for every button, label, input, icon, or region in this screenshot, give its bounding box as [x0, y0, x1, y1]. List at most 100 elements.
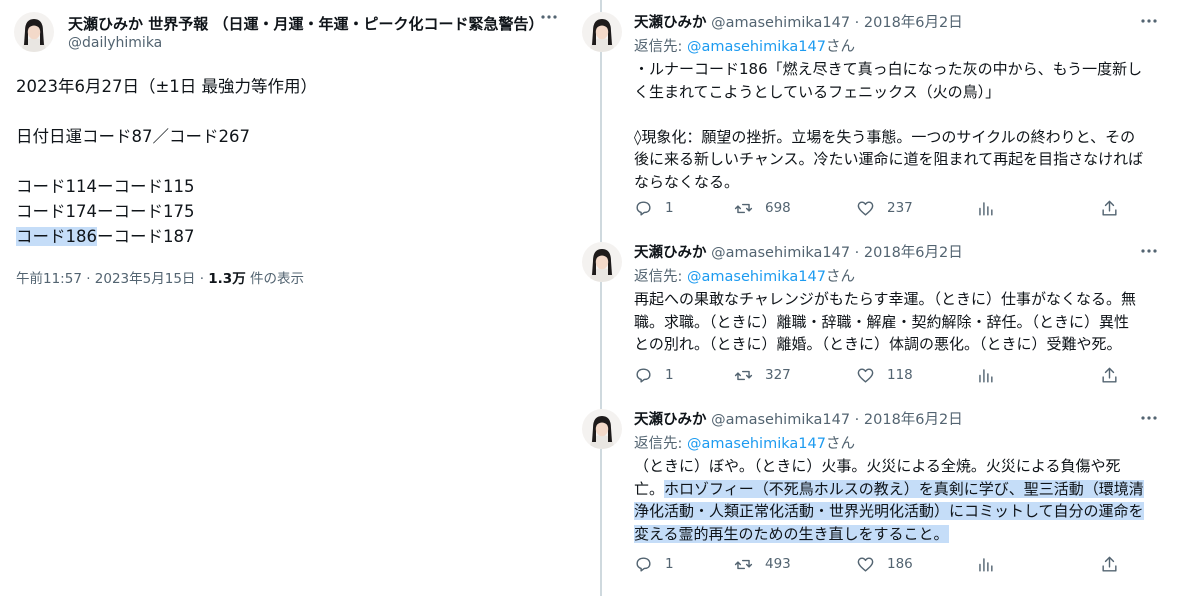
- retweet-button[interactable]: 493: [734, 552, 791, 576]
- more-options-icon[interactable]: [1140, 12, 1158, 34]
- reply-button[interactable]: 1: [634, 552, 674, 576]
- heart-icon: [857, 367, 874, 383]
- tweet-date[interactable]: · 2018年6月2日: [850, 15, 963, 31]
- reply-to-label: 返信先: @amasehimika147さん: [634, 39, 855, 55]
- retweet-button[interactable]: 698: [734, 196, 791, 220]
- author-name[interactable]: 天瀬ひみか: [634, 412, 707, 428]
- tweet-date[interactable]: · 2018年6月2日: [850, 245, 963, 261]
- views-count: 1.3万: [208, 271, 246, 287]
- like-button[interactable]: 237: [856, 196, 913, 220]
- author-avatar[interactable]: [582, 409, 622, 449]
- tweet-date[interactable]: · 2018年6月2日: [850, 412, 963, 428]
- like-count: 186: [887, 556, 913, 572]
- tweet-timestamp[interactable]: 午前11:57 · 2023年5月15日 ·: [16, 271, 208, 287]
- reply-to-mention[interactable]: @amasehimika147: [687, 39, 826, 55]
- share-button[interactable]: [1100, 552, 1119, 576]
- tweet-text: 2023年6月27日（±1日 最強力等作用） 日付日運コード87／コード267 …: [16, 74, 317, 249]
- thread-tweet[interactable]: 天瀬ひみか @amasehimika147 · 2018年6月2日 返信先: @…: [580, 230, 1200, 400]
- reply-icon: [636, 556, 651, 572]
- tweet-meta: 午前11:57 · 2023年5月15日 · 1.3万 件の表示: [16, 267, 304, 287]
- heart-icon: [857, 556, 874, 572]
- thread-tweet[interactable]: 天瀬ひみか @amasehimika147 · 2018年6月2日 返信先: @…: [580, 397, 1200, 596]
- author-handle[interactable]: @amasehimika147: [711, 245, 850, 261]
- author-avatar[interactable]: [14, 12, 54, 52]
- tweet-text: （ときに）ぼや。（ときに）火事。火災による全焼。火災による負傷や死 亡。ホロゾフ…: [634, 455, 1154, 545]
- tweet-line: く生まれてこようとしているフェニックス（火の鳥）」: [634, 82, 1001, 101]
- like-button[interactable]: 118: [856, 363, 913, 387]
- analytics-icon: [979, 201, 993, 216]
- tweet-line: コード114ーコード115: [16, 177, 195, 196]
- retweet-icon: [734, 370, 753, 380]
- more-options-icon[interactable]: [1140, 409, 1158, 431]
- tweet-line: 再起への果敢なチャレンジがもたらす幸運。（ときに）仕事がなくなる。無: [634, 290, 1137, 308]
- reply-count: 1: [665, 367, 674, 383]
- tweet-header: 天瀬ひみか @amasehimika147 · 2018年6月2日: [634, 241, 963, 262]
- author-avatar[interactable]: [582, 242, 622, 282]
- text-selection: コード186: [16, 227, 97, 246]
- tweet-header: 天瀬ひみか @amasehimika147 · 2018年6月2日: [634, 11, 963, 32]
- tweet-line: ・ルナーコード186「燃え尽きて真っ白になった灰の中から、もう一度新し: [634, 60, 1143, 78]
- retweet-count: 698: [765, 200, 791, 216]
- like-button[interactable]: 186: [856, 552, 913, 576]
- retweet-button[interactable]: 327: [734, 363, 791, 387]
- tweet-actions: 1 493 186: [634, 552, 1194, 576]
- author-name[interactable]: 天瀬ひみか 世界予報 （日運・月運・年運・ピーク化コード緊急警告）: [68, 13, 543, 34]
- more-options-icon[interactable]: [540, 8, 558, 30]
- analytics-button[interactable]: [976, 196, 995, 220]
- tweet-actions: 1 327 118: [634, 363, 1194, 387]
- share-icon: [1102, 556, 1117, 572]
- text-selection: ホロゾフィー（不死鳥ホルスの教え）を真剣に学び、聖三活動（環境清: [664, 479, 1144, 498]
- tweet-text: 再起への果敢なチャレンジがもたらす幸運。（ときに）仕事がなくなる。無 職。求職。…: [634, 288, 1154, 356]
- tweet-line: 後に来る新しいチャンス。冷たい運命に道を阻まれて再起を目指さなければ: [634, 150, 1144, 168]
- thread-tweet[interactable]: 天瀬ひみか @amasehimika147 · 2018年6月2日 返信先: @…: [580, 0, 1200, 230]
- share-button[interactable]: [1100, 196, 1119, 220]
- reply-to-label: 返信先: @amasehimika147さん: [634, 436, 855, 452]
- views-label: 件の表示: [245, 271, 304, 287]
- tweet-line: コード174ーコード175: [16, 202, 195, 221]
- reply-to-mention[interactable]: @amasehimika147: [687, 436, 826, 452]
- retweet-icon: [734, 203, 753, 213]
- tweet-line: ◊現象化：願望の挫折。立場を失う事態。一つのサイクルの終わりと、その: [634, 127, 1136, 146]
- author-avatar[interactable]: [582, 12, 622, 52]
- reply-button[interactable]: 1: [634, 363, 674, 387]
- retweet-count: 327: [765, 367, 791, 383]
- tweet-line: 亡。ホロゾフィー（不死鳥ホルスの教え）を真剣に学び、聖三活動（環境清: [634, 479, 1144, 498]
- author-handle[interactable]: @dailyhimika: [68, 35, 162, 51]
- main-tweet: 天瀬ひみか 世界予報 （日運・月運・年運・ピーク化コード緊急警告） @daily…: [0, 0, 560, 596]
- author-name[interactable]: 天瀬ひみか: [634, 15, 707, 31]
- analytics-icon: [979, 557, 993, 572]
- more-options-icon[interactable]: [1140, 242, 1158, 264]
- reply-icon: [636, 367, 651, 383]
- tweet-text: ・ルナーコード186「燃え尽きて真っ白になった灰の中から、もう一度新し く生まれ…: [634, 58, 1154, 193]
- tweet-line: 日付日運コード87／コード267: [16, 127, 250, 146]
- reply-count: 1: [665, 200, 674, 216]
- reply-count: 1: [665, 556, 674, 572]
- author-name[interactable]: 天瀬ひみか: [634, 245, 707, 261]
- reply-to-mention[interactable]: @amasehimika147: [687, 269, 826, 285]
- tweet-line: コード186ーコード187: [16, 227, 195, 246]
- analytics-button[interactable]: [976, 363, 995, 387]
- text-selection: 浄化活動・人類正常化活動・世界光明化活動）にコミットして自分の運命を: [634, 502, 1144, 520]
- tweet-line: 浄化活動・人類正常化活動・世界光明化活動）にコミットして自分の運命を: [634, 500, 1154, 523]
- tweet-line: との別れ。（ときに）離婚。（ときに）体調の悪化。（ときに）受難や死。: [634, 335, 1122, 353]
- reply-icon: [636, 200, 651, 216]
- tweet-line: 職。求職。（ときに）離職・辞職・解雇・契約解除・辞任。（ときに）異性: [634, 312, 1130, 331]
- tweet-line: 2023年6月27日（±1日 最強力等作用）: [16, 77, 318, 96]
- tweet-line: ならなくなる。: [634, 172, 740, 191]
- author-handle[interactable]: @amasehimika147: [711, 412, 850, 428]
- tweet-actions: 1 698 237: [634, 196, 1194, 220]
- retweet-icon: [734, 559, 753, 569]
- like-count: 237: [887, 200, 913, 216]
- share-button[interactable]: [1100, 363, 1119, 387]
- author-handle[interactable]: @amasehimika147: [711, 15, 850, 31]
- heart-icon: [857, 200, 874, 216]
- reply-to-label: 返信先: @amasehimika147さん: [634, 269, 855, 285]
- analytics-icon: [979, 368, 993, 383]
- tweet-line: 変える霊的再生のための生き直しをすること。: [634, 523, 1154, 546]
- like-count: 118: [887, 367, 913, 383]
- share-icon: [1102, 200, 1117, 216]
- reply-button[interactable]: 1: [634, 196, 674, 220]
- analytics-button[interactable]: [976, 552, 995, 576]
- retweet-count: 493: [765, 556, 791, 572]
- text-selection: 変える霊的再生のための生き直しをすること。: [634, 524, 949, 543]
